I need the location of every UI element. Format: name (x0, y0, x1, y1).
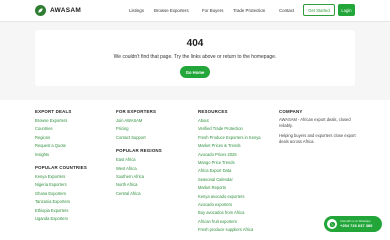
footer-link[interactable]: Buy avocados from Africa (198, 209, 261, 217)
footer-link[interactable]: Contact Support (116, 134, 162, 142)
footer-link[interactable]: Join AWASAM (116, 117, 162, 125)
footer-link[interactable]: Verified Trade Protection (198, 125, 261, 133)
footer-link[interactable]: Insights (35, 151, 87, 159)
footer-link[interactable]: Ghana Exporters (35, 190, 87, 198)
footer-link[interactable]: African fruit exporters (198, 218, 261, 226)
footer-link[interactable]: Nigeria Exporters (35, 181, 87, 189)
footer-link[interactable]: Kenya Exporters (35, 173, 87, 181)
footer-link[interactable]: Uganda Exporters (35, 215, 87, 223)
nav-browse-exporters[interactable]: Browse Exporters (154, 8, 189, 13)
footer-col-company: COMPANY AWASAM - African export deals, c… (279, 109, 359, 145)
error-code: 404 (186, 38, 204, 49)
footer-link[interactable]: Africa Export Data (198, 167, 261, 175)
footer-link[interactable]: Browse Exporters (35, 117, 87, 125)
footer-link[interactable]: Market Prices & Trends (198, 142, 261, 150)
top-navbar: AWASAM Listings Browse Exporters For Buy… (0, 0, 390, 22)
footer-link[interactable]: West Africa (116, 165, 162, 173)
nav-trade-protection[interactable]: Trade Protection (233, 8, 265, 13)
footer-link[interactable]: East Africa (116, 156, 162, 164)
login-button[interactable]: Login (338, 4, 355, 16)
leaf-icon (35, 5, 46, 16)
nav-contact[interactable]: Contact (279, 8, 294, 13)
nav-listings[interactable]: Listings (129, 8, 144, 13)
brand-logo[interactable]: AWASAM (35, 5, 81, 16)
resources-heading: RESOURCES (198, 109, 228, 114)
brand-name: AWASAM (50, 7, 82, 14)
footer-link[interactable]: Fresh Produce Exporters in Kenya (198, 134, 261, 142)
company-heading: COMPANY (279, 109, 303, 114)
get-started-button[interactable]: Get Started (303, 4, 335, 16)
popular-countries-heading: POPULAR COUNTRIES (35, 165, 87, 171)
footer-link[interactable]: Countries (35, 125, 87, 133)
footer-col-export-deals: EXPORT DEALS Browse Exporters Countries … (35, 109, 87, 223)
whatsapp-number: +254 726 637 389 (340, 223, 373, 228)
error-message: We couldn't find that page. Try the link… (113, 54, 277, 60)
popular-regions-heading: POPULAR REGIONS (116, 148, 162, 154)
footer-link[interactable]: Central Africa (116, 190, 162, 198)
for-exporters-heading: FOR EXPORTERS (116, 109, 157, 114)
footer-link[interactable]: Regions (35, 134, 87, 142)
footer-link[interactable]: Ethiopia Exporters (35, 207, 87, 215)
footer-link[interactable]: Tanzania Exporters (35, 198, 87, 206)
footer-link[interactable]: Pricing (116, 125, 162, 133)
go-home-button[interactable]: Go Home (180, 66, 210, 78)
footer-link[interactable]: Request a Quote (35, 142, 87, 150)
export-deals-heading: EXPORT DEALS (35, 109, 72, 114)
footer-link[interactable]: Seasonal Calendar (198, 176, 261, 184)
whatsapp-icon (327, 219, 337, 229)
whatsapp-chat-button[interactable]: Chat with us on WhatsApp +254 726 637 38… (324, 216, 382, 232)
nav-for-buyers[interactable]: For Buyers (202, 8, 223, 13)
error-card: 404 We couldn't find that page. Try the … (35, 30, 355, 86)
footer-link[interactable]: Fresh produce suppliers Africa (198, 226, 261, 234)
company-about: AWASAM - African export deals, closed re… (279, 117, 351, 128)
footer-link[interactable]: Mango Price Trends (198, 159, 261, 167)
footer-link[interactable]: Avocado exporters (198, 201, 261, 209)
footer-link[interactable]: About (198, 117, 261, 125)
footer-col-resources: RESOURCES About Verified Trade Protectio… (198, 109, 261, 235)
footer-link[interactable]: Kenya avocado exporters (198, 193, 261, 201)
footer-link[interactable]: Avocado Prices 2025 (198, 151, 261, 159)
footer-link[interactable]: Market Reports (198, 184, 261, 192)
footer-link[interactable]: North Africa (116, 181, 162, 189)
footer-col-for-exporters: FOR EXPORTERS Join AWASAM Pricing Contac… (116, 109, 162, 198)
company-mission: Helping buyers and exporters close expor… (279, 133, 356, 144)
footer-link[interactable]: Southern Africa (116, 173, 162, 181)
